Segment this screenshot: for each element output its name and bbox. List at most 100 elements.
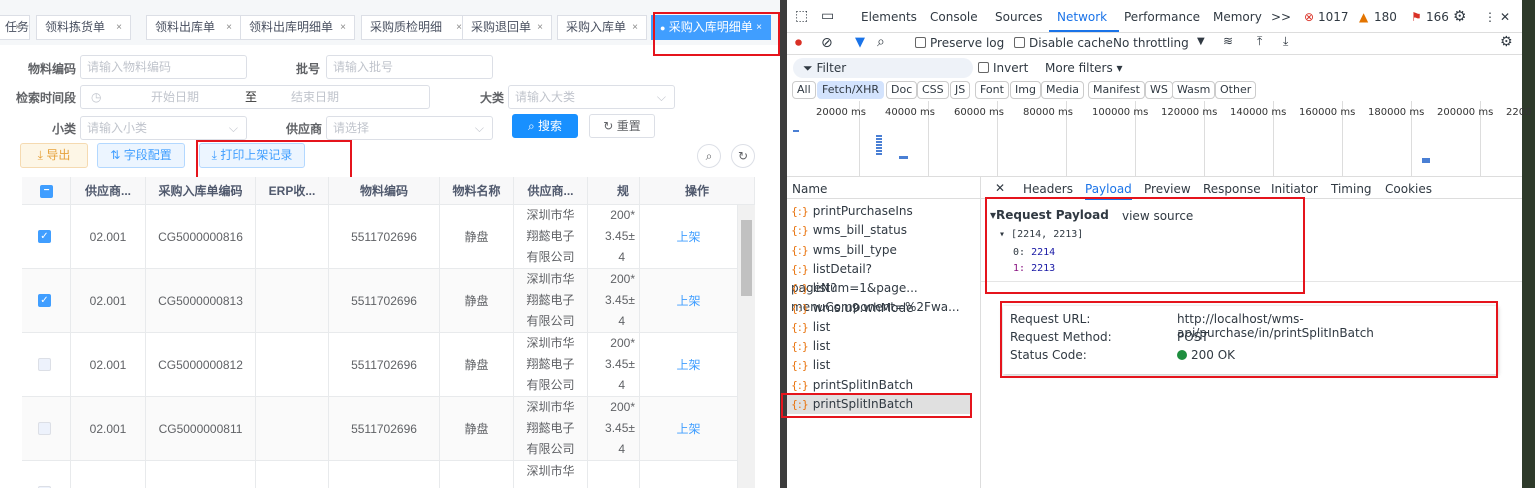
column-header[interactable]: 规 xyxy=(588,177,640,205)
detail-tab[interactable]: Preview xyxy=(1144,182,1191,196)
shelve-link[interactable]: 上架 xyxy=(676,422,700,436)
start-date[interactable]: 开始日期 xyxy=(151,86,199,108)
type-filter-chip[interactable]: CSS xyxy=(917,81,949,99)
type-filter-chip[interactable]: Img xyxy=(1010,81,1041,99)
refresh-button[interactable]: ↻ xyxy=(731,144,755,168)
detail-tab[interactable]: Initiator xyxy=(1271,182,1318,196)
payload-array[interactable]: ▾ [2214, 2213] xyxy=(999,229,1083,240)
inspect-icon[interactable]: ⬚ xyxy=(795,8,808,24)
row-checkbox[interactable] xyxy=(38,422,51,435)
table-row[interactable]: 02.001 CG5000000812 5511702696 静盘 深圳市华 翔懿电子 有限… xyxy=(22,333,738,397)
clear-icon[interactable]: ⊘ xyxy=(821,35,833,51)
tab-performance[interactable]: Performance xyxy=(1124,10,1200,24)
table-row[interactable]: 02.001 CG5000000811 5511702696 静盘 深圳市华 翔懿电子 有限… xyxy=(22,397,738,461)
caret-down-icon[interactable]: ▼ xyxy=(1197,36,1205,47)
select-cell[interactable]: ✓ xyxy=(22,269,71,333)
material-code-input[interactable]: 请输入物料编码 xyxy=(80,55,247,79)
end-date[interactable]: 结束日期 xyxy=(291,86,339,108)
reset-button[interactable]: ↻ 重置 xyxy=(589,114,655,138)
column-header[interactable]: ERP收... xyxy=(256,177,329,205)
detail-tab[interactable]: Cookies xyxy=(1385,182,1432,196)
type-filter-chip[interactable]: Font xyxy=(975,81,1009,99)
row-checkbox[interactable]: ✓ xyxy=(38,230,51,243)
device-toggle-icon[interactable]: ▭ xyxy=(821,8,834,24)
detail-tab[interactable]: Timing xyxy=(1331,182,1372,196)
type-filter-chip[interactable]: Wasm xyxy=(1172,81,1216,99)
tab-sources[interactable]: Sources xyxy=(995,10,1042,24)
close-icon[interactable]: × xyxy=(226,16,232,39)
type-filter-chip[interactable]: Other xyxy=(1215,81,1257,99)
close-icon[interactable]: × xyxy=(756,16,762,39)
close-detail-icon[interactable]: ✕ xyxy=(995,181,1005,195)
supplier-select[interactable]: 请选择 ⌵ xyxy=(326,116,493,140)
type-filter-chip[interactable]: Media xyxy=(1041,81,1085,99)
type-filter-chip[interactable]: Manifest xyxy=(1088,81,1145,99)
type-filter-chip[interactable]: All xyxy=(792,81,816,99)
type-filter-chip[interactable]: JS xyxy=(950,81,971,99)
tab-receipt[interactable]: 采购入库单 × xyxy=(557,15,647,40)
field-config-button[interactable]: ⇅ 字段配置 xyxy=(97,143,185,168)
shelve-link[interactable]: 上架 xyxy=(676,358,700,372)
select-cell[interactable] xyxy=(22,333,71,397)
batch-input[interactable]: 请输入批号 xyxy=(326,55,493,79)
more-tabs-button[interactable]: >> xyxy=(1271,10,1291,24)
request-row[interactable]: {:} printSplitInBatch xyxy=(791,376,976,395)
tab-issue[interactable]: 领料出库单 × xyxy=(146,15,241,40)
select-cell[interactable] xyxy=(22,397,71,461)
table-row[interactable]: ✓ 02.001 CG5000000813 5511702696 静盘 深圳市华 翔懿电子有… xyxy=(22,269,738,333)
column-header[interactable]: 供应商... xyxy=(514,177,588,205)
request-row[interactable]: {:} wms.u9.whMode xyxy=(791,299,976,318)
close-icon[interactable]: ✕ xyxy=(1500,10,1510,24)
request-row[interactable]: {:} wms_bill_type xyxy=(791,241,976,260)
select-all-header[interactable]: − xyxy=(22,177,71,205)
request-row[interactable]: {:} list xyxy=(791,318,976,337)
print-shelving-record-button[interactable]: ⤓ 打印上架记录 xyxy=(199,143,305,168)
split-divider[interactable] xyxy=(780,0,787,488)
table-row[interactable]: 深圳市华 xyxy=(22,461,738,488)
request-row[interactable]: {:} printPurchaseIns xyxy=(791,202,976,221)
request-row[interactable]: {:} wms_bill_status xyxy=(791,221,976,240)
error-count[interactable]: 1017 xyxy=(1318,10,1349,24)
request-row[interactable]: {:} list xyxy=(791,337,976,356)
column-header[interactable]: 采购入库单编码 xyxy=(146,177,256,205)
upload-icon[interactable]: ⤒ xyxy=(1257,34,1262,49)
network-settings-icon[interactable]: ⚙ xyxy=(1500,34,1513,50)
more-filters-button[interactable]: More filters ▾ xyxy=(1045,61,1123,75)
tab-return[interactable]: 采购退回单 × xyxy=(462,15,552,40)
select-cell[interactable] xyxy=(22,461,71,488)
tab-console[interactable]: Console xyxy=(930,10,978,24)
close-icon[interactable]: × xyxy=(116,16,122,39)
download-icon[interactable]: ⤓ xyxy=(1283,34,1288,49)
type-filter-chip[interactable]: Fetch/XHR xyxy=(817,81,884,99)
search-icon[interactable]: ⌕ xyxy=(877,34,885,50)
close-icon[interactable]: × xyxy=(15,16,21,39)
search-button[interactable]: ⌕ 搜索 xyxy=(512,114,578,138)
column-header[interactable]: 物料名称 xyxy=(440,177,514,205)
tab-picking[interactable]: 领料拣货单 × xyxy=(36,15,131,40)
tab-task[interactable]: 任务 × xyxy=(0,15,30,40)
tab-qc-detail[interactable]: 采购质检明细 × xyxy=(361,15,471,40)
close-icon[interactable]: × xyxy=(340,16,346,39)
row-checkbox[interactable]: ✓ xyxy=(38,294,51,307)
column-header[interactable]: 供应商... xyxy=(71,177,146,205)
record-stop-icon[interactable]: ⏺ xyxy=(795,35,802,51)
request-row[interactable]: {:} printSplitInBatch xyxy=(787,395,972,414)
request-row[interactable]: {:} listDetail?pageNum=1&page... xyxy=(791,260,976,295)
invert-checkbox[interactable] xyxy=(978,62,989,73)
disable-cache-checkbox[interactable] xyxy=(1014,37,1025,48)
minor-category-select[interactable]: 请输入小类 ⌵ xyxy=(80,116,247,140)
close-icon[interactable]: × xyxy=(537,16,543,39)
request-row[interactable]: {:} list xyxy=(791,356,976,375)
shelve-link[interactable]: 上架 xyxy=(676,294,700,308)
view-source-link[interactable]: view source xyxy=(1122,209,1193,223)
kebab-menu-icon[interactable]: ⋮ xyxy=(1484,10,1496,24)
name-column-header[interactable]: Name xyxy=(792,182,827,196)
search-toggle-button[interactable]: ⌕ xyxy=(697,144,721,168)
column-header[interactable]: 物料编码 xyxy=(329,177,440,205)
tab-elements[interactable]: Elements xyxy=(861,10,917,24)
table-scrollbar[interactable] xyxy=(738,205,755,488)
tab-memory[interactable]: Memory xyxy=(1213,10,1262,24)
detail-tab[interactable]: Response xyxy=(1203,182,1261,196)
shelve-link[interactable]: 上架 xyxy=(676,230,700,244)
type-filter-chip[interactable]: WS xyxy=(1145,81,1173,99)
